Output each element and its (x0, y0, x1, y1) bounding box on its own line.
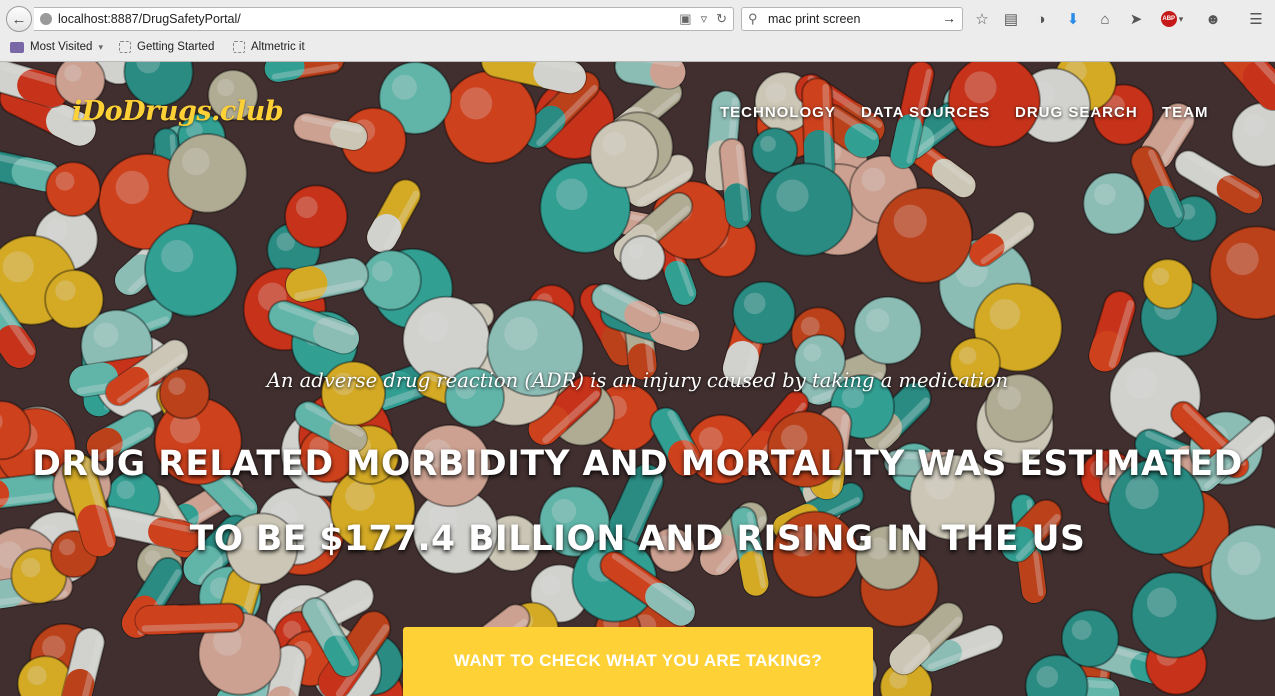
headline-line-2: TO BE $177.4 BILLION AND RISING IN THE U… (189, 519, 1086, 559)
send-icon[interactable]: ➤ (1126, 9, 1146, 29)
browser-toolbar: ← localhost:8887/DrugSafetyPortal/ ▣ ▿ ↻… (0, 0, 1275, 37)
bookmarks-bar: Most Visited ▾ Getting Started Altmetric… (0, 37, 1275, 61)
home-icon[interactable]: ⌂ (1095, 9, 1115, 29)
search-input[interactable]: mac print screen (768, 12, 860, 26)
headline-line-1: DRUG RELATED MORBIDITY AND MORTALITY WAS… (32, 444, 1243, 484)
globe-icon (40, 13, 52, 25)
search-go-arrow-icon[interactable]: → (942, 10, 956, 26)
chevron-down-icon: ▾ (98, 41, 103, 52)
back-button[interactable]: ← (6, 6, 32, 32)
address-bar[interactable]: localhost:8887/DrugSafetyPortal/ ▣ ▿ ↻ (34, 7, 734, 31)
reader-view-icon[interactable]: ▣ (679, 11, 691, 27)
nav-data-sources[interactable]: DATA SOURCES (861, 104, 990, 121)
download-icon[interactable]: ⬇ (1063, 9, 1083, 29)
search-bar[interactable]: ⚲ mac print screen → (741, 7, 963, 31)
bookmark-getting-started[interactable]: Getting Started (119, 41, 214, 53)
page-icon (119, 41, 131, 53)
brand-logo[interactable]: iDoDrugs.club (72, 96, 284, 127)
hero-section: iDoDrugs.club TECHNOLOGY DATA SOURCES DR… (0, 62, 1275, 696)
reading-list-icon[interactable]: ▤ (1001, 9, 1021, 29)
search-icon: ⚲ (748, 11, 758, 26)
check-medication-button[interactable]: WANT TO CHECK WHAT YOU ARE TAKING? (403, 627, 873, 696)
nav-technology[interactable]: TECHNOLOGY (720, 104, 836, 121)
abp-dropdown-icon: ▾ (1178, 13, 1184, 24)
star-icon[interactable]: ☆ (972, 9, 992, 29)
dropdown-arrow-icon[interactable]: ▿ (701, 11, 708, 27)
browser-chrome: ← localhost:8887/DrugSafetyPortal/ ▣ ▿ ↻… (0, 0, 1275, 62)
bookmark-most-visited[interactable]: Most Visited ▾ (10, 41, 103, 53)
menu-icon[interactable]: ☰ (1246, 9, 1266, 29)
pocket-icon[interactable]: ◑ (1031, 9, 1051, 29)
adblock-plus-icon[interactable]: ABP ▾ (1158, 9, 1186, 29)
bookmark-altmetric[interactable]: Altmetric it (233, 41, 305, 53)
nav-drug-search[interactable]: DRUG SEARCH (1015, 104, 1138, 121)
back-arrow-icon: ← (11, 10, 27, 28)
nav-team[interactable]: TEAM (1162, 104, 1209, 121)
url-text[interactable]: localhost:8887/DrugSafetyPortal/ (58, 12, 241, 26)
lead-text: An adverse drug reaction (ADR) is an inj… (266, 369, 1009, 392)
page-icon (233, 41, 245, 53)
folder-icon (10, 41, 24, 53)
smiley-icon[interactable]: ☻ (1203, 9, 1223, 29)
reload-icon[interactable]: ↻ (716, 11, 727, 27)
